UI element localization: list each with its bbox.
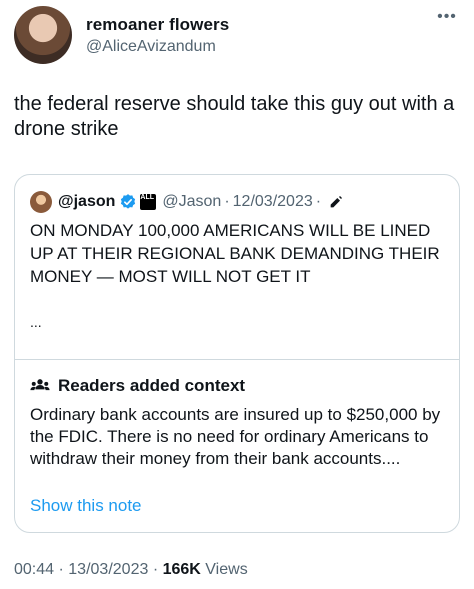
show-note-link[interactable]: Show this note: [30, 496, 142, 516]
separator-dot: ·: [152, 561, 159, 578]
community-note-header: Readers added context: [30, 376, 245, 396]
author-handle[interactable]: @AliceAvizandum: [86, 38, 216, 56]
tweet-header: remoaner flowers @AliceAvizandum •••: [14, 6, 460, 64]
views-label: Views: [205, 561, 248, 578]
separator-dot: ·: [315, 193, 322, 210]
edited-pencil-icon[interactable]: [328, 194, 344, 210]
quote-date[interactable]: 12/03/2023: [233, 193, 313, 211]
more-options-icon[interactable]: •••: [434, 9, 460, 28]
people-icon: [30, 379, 50, 391]
quote-truncation-ellipsis: ...: [30, 314, 42, 330]
verified-badge-icon: [121, 194, 136, 209]
affiliation-badge-icon: ALL IN: [140, 194, 163, 210]
quote-header: @jason ALL IN @Jason · 12/03/2023 ·: [30, 191, 344, 213]
author-avatar[interactable]: [14, 6, 72, 64]
tweet-metadata: 00:44 · 13/03/2023 · 166K Views: [14, 561, 248, 579]
quote-author-handle[interactable]: @Jason: [162, 193, 221, 211]
community-note: Readers added context Ordinary bank acco…: [15, 359, 459, 532]
tweet-time[interactable]: 00:44: [14, 561, 54, 578]
views-count: 166K: [162, 561, 201, 578]
quote-author-name[interactable]: @jason: [58, 193, 115, 211]
community-note-title: Readers added context: [58, 376, 246, 395]
separator-dot: ·: [224, 193, 230, 210]
tweet-date[interactable]: 13/03/2023: [68, 561, 148, 578]
community-note-body: Ordinary bank accounts are insured up to…: [30, 405, 441, 468]
author-name[interactable]: remoaner flowers: [86, 15, 229, 35]
tweet-text: the federal reserve should take this guy…: [14, 93, 455, 140]
quote-text: ON MONDAY 100,000 AMERICANS WILL BE LINE…: [30, 221, 440, 286]
quoted-tweet[interactable]: @jason ALL IN @Jason · 12/03/2023 · ON M…: [14, 174, 460, 533]
separator-dot: ·: [58, 561, 64, 578]
quote-avatar[interactable]: [30, 191, 52, 213]
